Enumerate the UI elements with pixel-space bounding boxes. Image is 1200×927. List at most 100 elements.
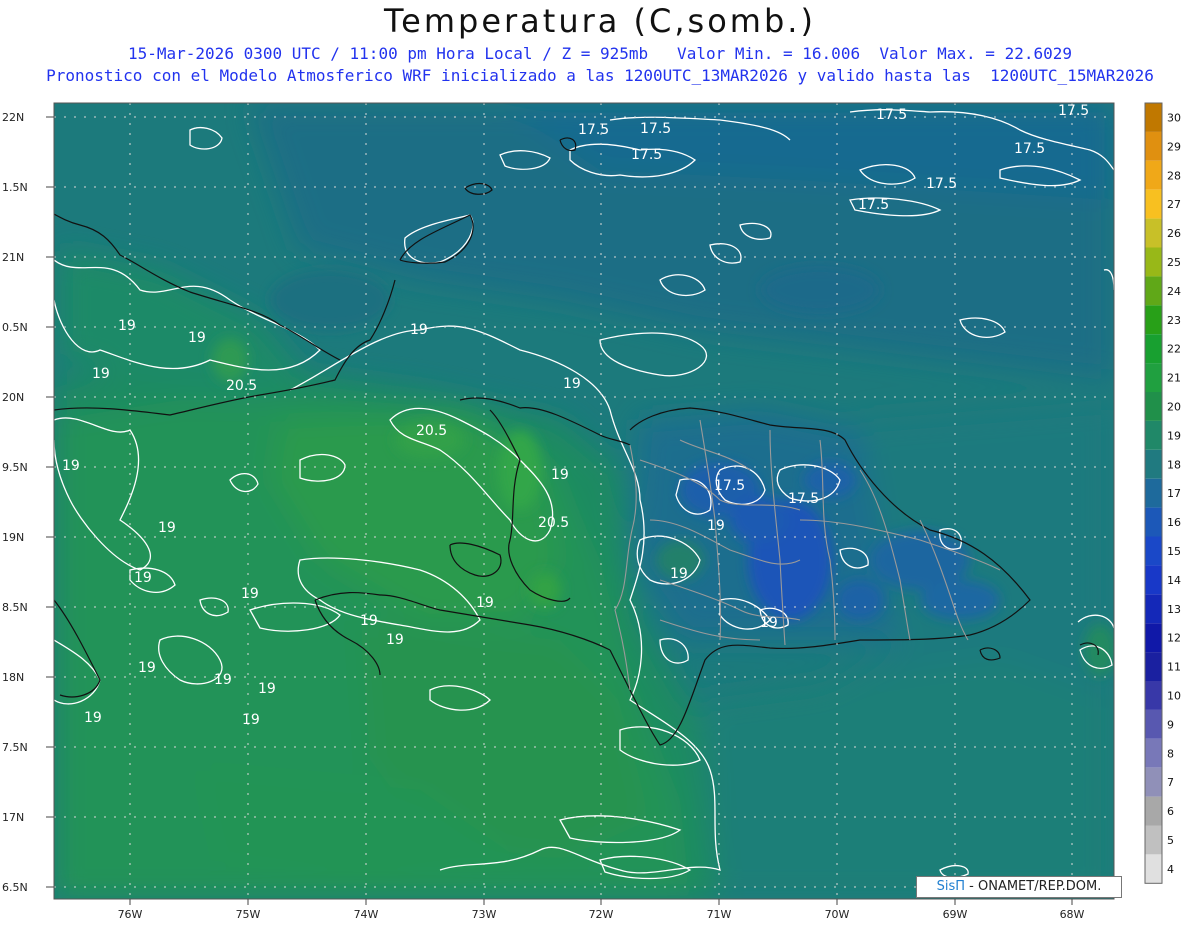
colorbar-swatch [1145, 536, 1162, 566]
contour-label: 17.5 [631, 147, 662, 163]
colorbar-label: 24 [1167, 285, 1181, 298]
lat-label: 9.5N [2, 461, 28, 474]
colorbar-label: 25 [1167, 256, 1181, 269]
lat-label: 0.5N [2, 321, 28, 334]
contour-label: 19 [138, 660, 156, 676]
contour-label: 17.5 [640, 121, 671, 137]
contour-label: 19 [563, 376, 581, 392]
lon-label: 69W [943, 908, 968, 921]
colorbar-swatch [1145, 131, 1162, 161]
lat-label: 20N [2, 391, 24, 404]
contour-label: 19 [707, 518, 725, 534]
colorbar-label: 4 [1167, 863, 1174, 876]
lon-label: 76W [118, 908, 143, 921]
colorbar-swatch [1145, 825, 1162, 855]
colorbar-swatch [1145, 767, 1162, 797]
colorbar-swatch [1145, 160, 1162, 190]
lat-label: 7.5N [2, 741, 28, 754]
colorbar-swatch [1145, 565, 1162, 595]
colorbar-swatch [1145, 189, 1162, 219]
colorbar-label: 14 [1167, 574, 1181, 587]
lon-label: 75W [236, 908, 261, 921]
lon-label: 71W [707, 908, 732, 921]
colorbar-label: 19 [1167, 429, 1181, 442]
contour-label: 19 [241, 586, 259, 602]
colorbar-swatch [1145, 392, 1162, 421]
contour-label: 17.5 [788, 491, 819, 507]
colorbar-swatch [1145, 420, 1162, 450]
contour-label: 17.5 [858, 197, 889, 213]
colorbar-label: 30 [1167, 111, 1181, 124]
colorbar-label: 28 [1167, 169, 1181, 182]
colorbar: 30 29 28 27 26 25 24 23 22 21 20 19 18 17 16 15 14 13 12 11… [1144, 102, 1181, 884]
contour-label: 19 [410, 322, 428, 338]
contour-label: 19 [242, 712, 260, 728]
colorbar-swatch [1145, 276, 1162, 306]
sispi-logo: SisΠ [936, 879, 966, 894]
colorbar-swatch [1145, 681, 1162, 710]
contour-label: 17.5 [926, 176, 957, 192]
colorbar-label: 11 [1167, 661, 1181, 674]
colorbar-swatch [1145, 363, 1162, 392]
colorbar-swatch [1145, 623, 1162, 653]
contour-label: 19 [214, 672, 232, 688]
colorbar-swatch [1145, 796, 1162, 826]
contour-label: 17.5 [714, 478, 745, 494]
colorbar-label: 15 [1167, 545, 1181, 558]
lat-label: 17N [2, 811, 24, 824]
contour-label: 17.5 [1014, 141, 1045, 157]
contour-label: 17.5 [578, 122, 609, 138]
contour-label: 20.5 [226, 378, 257, 394]
colorbar-swatch [1145, 709, 1162, 739]
colorbar-swatch [1145, 854, 1162, 884]
contour-label: 17.5 [876, 107, 907, 123]
colorbar-label: 16 [1167, 516, 1181, 529]
credit-box: SisΠ - ONAMET/REP.DOM. [916, 876, 1122, 898]
contour-label: 19 [551, 467, 569, 483]
colorbar-swatch [1145, 507, 1162, 537]
colorbar-label: 12 [1167, 632, 1181, 645]
colorbar-swatch [1145, 218, 1162, 248]
longitude-labels: 76W 75W 74W 73W 72W 71W 70W 69W 68W [118, 908, 1085, 921]
contour-label: 20.5 [538, 515, 569, 531]
lon-label: 72W [589, 908, 614, 921]
lat-label: 19N [2, 531, 24, 544]
colorbar-label: 18 [1167, 458, 1181, 471]
lat-label: 8.5N [2, 601, 28, 614]
lat-label: 21N [2, 251, 24, 264]
latitude-labels: 22N 1.5N 21N 0.5N 20N 9.5N 19N 8.5N 18N … [2, 111, 28, 894]
colorbar-label: 17 [1167, 487, 1181, 500]
lon-label: 70W [825, 908, 850, 921]
lon-label: 74W [354, 908, 379, 921]
lat-label: 18N [2, 671, 24, 684]
contour-label: 19 [84, 710, 102, 726]
temperature-map: 17.5 17.5 17.5 17.5 17.5 17.5 17.5 17.5 … [2, 102, 1181, 921]
contour-label: 19 [62, 458, 80, 474]
contour-label: 20.5 [416, 423, 447, 439]
colorbar-label: 10 [1167, 689, 1181, 702]
colorbar-label: 26 [1167, 227, 1181, 240]
contour-label: 17.5 [1058, 103, 1089, 119]
colorbar-label: 5 [1167, 834, 1174, 847]
contour-label: 19 [92, 366, 110, 382]
colorbar-swatch [1145, 652, 1162, 681]
colorbar-label: 20 [1167, 400, 1181, 413]
contour-label: 19 [258, 681, 276, 697]
colorbar-label: 9 [1167, 718, 1174, 731]
contour-label: 19 [760, 615, 778, 631]
colorbar-swatch [1145, 103, 1162, 132]
colorbar-swatch [1145, 478, 1162, 508]
colorbar-label: 21 [1167, 372, 1181, 385]
colorbar-label: 8 [1167, 747, 1174, 760]
colorbar-label: 13 [1167, 603, 1181, 616]
contour-label: 19 [134, 570, 152, 586]
lon-label: 73W [472, 908, 497, 921]
colorbar-swatch [1145, 449, 1162, 479]
lat-label: 6.5N [2, 881, 28, 894]
colorbar-swatch [1145, 247, 1162, 277]
colorbar-swatch [1145, 738, 1162, 768]
credit-org: - ONAMET/REP.DOM. [965, 879, 1102, 894]
contour-label: 19 [360, 613, 378, 629]
colorbar-label: 22 [1167, 343, 1181, 356]
contour-label: 19 [476, 595, 494, 611]
